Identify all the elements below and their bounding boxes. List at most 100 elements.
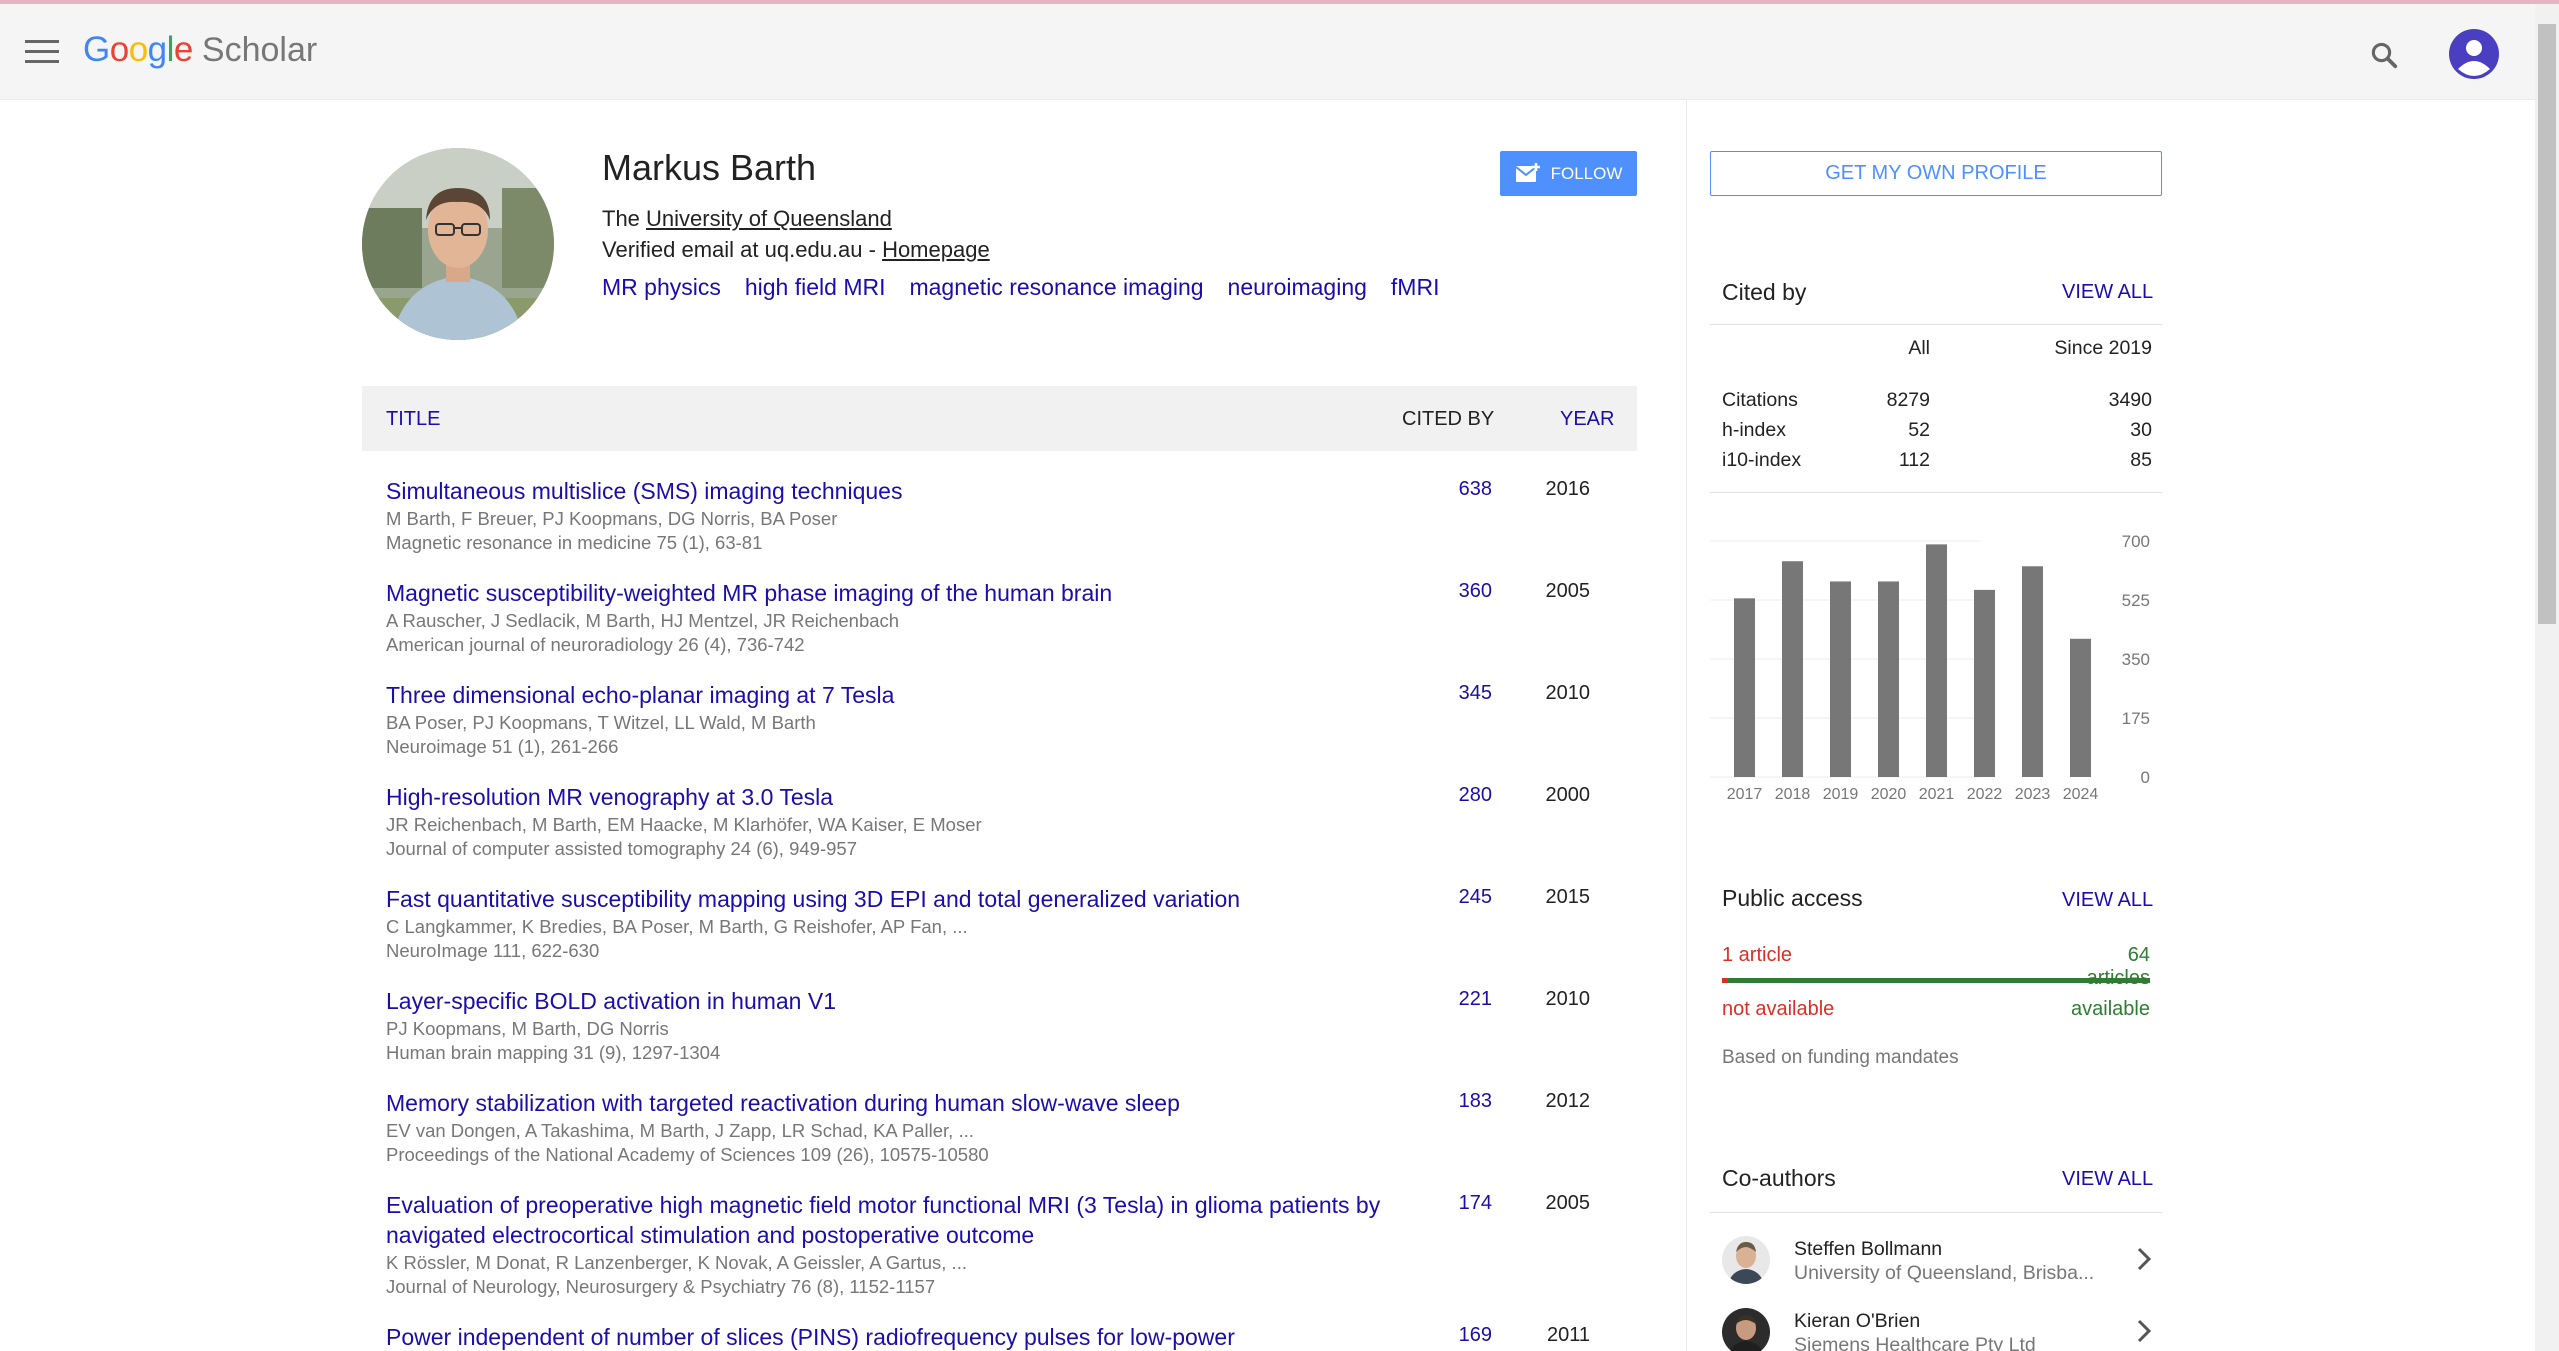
chart-bar[interactable] (1734, 598, 1755, 777)
article-title-link[interactable]: Simultaneous multislice (SMS) imaging te… (386, 476, 1396, 506)
article-venue: NeuroImage 111, 622-630 (386, 940, 600, 961)
cited-by-view-all-link[interactable]: VIEW ALL (2062, 281, 2153, 304)
chart-bar[interactable] (1878, 581, 1899, 777)
scrollbar-thumb[interactable] (2538, 24, 2556, 624)
follow-label: FOLLOW (1550, 163, 1623, 183)
article-title-link[interactable]: Memory stabilization with targeted react… (386, 1088, 1396, 1118)
article-year: 2010 (1545, 988, 1591, 1010)
chevron-right-icon (2137, 1247, 2152, 1271)
sort-by-year[interactable]: YEAR (1560, 408, 1614, 431)
coauthor-item[interactable]: Kieran O'Brien Siemens Healthcare Pty Lt… (1710, 1298, 2162, 1351)
stats-row: Citations 8279 3490 (1722, 389, 2152, 419)
article-authors: M Barth, F Breuer, PJ Koopmans, DG Norri… (386, 508, 838, 529)
x-tick-label: 2021 (1919, 786, 1955, 803)
article-title-link[interactable]: Three dimensional echo-planar imaging at… (386, 680, 1396, 710)
chart-bar[interactable] (1830, 581, 1851, 777)
affiliation-prefix: The (602, 206, 647, 231)
available-count[interactable]: 64 articles (2060, 944, 2150, 990)
article-row: Simultaneous multislice (SMS) imaging te… (362, 472, 1637, 574)
article-title-link[interactable]: Magnetic susceptibility-weighted MR phas… (386, 578, 1396, 608)
article-venue: Journal of Neurology, Neurosurgery & Psy… (386, 1276, 936, 1297)
article-authors: A Rauscher, J Sedlacik, M Barth, HJ Ment… (386, 610, 900, 631)
stat-label: h-index (1722, 419, 1786, 441)
cited-by-count-link[interactable]: 638 (1422, 478, 1492, 501)
chart-bar[interactable] (2022, 566, 2043, 777)
chart-bar[interactable] (2070, 638, 2091, 777)
article-title-link[interactable]: Layer-specific BOLD activation in human … (386, 986, 1396, 1016)
interest-link[interactable]: fMRI (1391, 274, 1440, 301)
search-icon[interactable] (2369, 40, 2399, 70)
logo-letter: g (147, 30, 167, 69)
chart-bar[interactable] (1782, 561, 1803, 777)
citations-per-year-chart: 700 525 350 175 0 2017 2018 2019 2020 2021 2022 202… (1710, 532, 2150, 803)
google-scholar-logo[interactable]: Google Scholar (83, 30, 317, 74)
article-year: 2005 (1545, 580, 1591, 602)
cited-by-title: Cited by (1722, 279, 1807, 305)
x-tick-label: 2024 (2063, 786, 2099, 803)
chevron-right-icon (2137, 1319, 2152, 1343)
cited-by-count-link[interactable]: 169 (1422, 1324, 1492, 1347)
article-venue: American journal of neuroradiology 26 (4… (386, 634, 805, 655)
homepage-link[interactable]: Homepage (882, 237, 990, 262)
top-header: Google Scholar (0, 4, 2535, 100)
stats-row: h-index 52 30 (1722, 419, 2152, 449)
profile-email: Verified email at uq.edu.au - Homepage (602, 237, 990, 263)
verified-email-text: Verified email at uq.edu.au - (602, 237, 883, 262)
not-available-label: not available (1722, 998, 1835, 1020)
affiliation-link[interactable]: University of Queensland (646, 206, 892, 231)
funding-mandates-note: Based on funding mandates (1722, 1047, 1959, 1068)
interest-link[interactable]: magnetic resonance imaging (909, 274, 1203, 301)
article-year: 2005 (1545, 1192, 1591, 1214)
stat-label: Citations (1722, 389, 1798, 411)
coauthor-name: Kieran O'Brien (1794, 1310, 1921, 1332)
y-tick-label: 525 (2122, 591, 2150, 610)
coauthor-item[interactable]: Steffen Bollmann University of Queenslan… (1710, 1226, 2162, 1296)
cited-by-count-link[interactable]: 245 (1422, 886, 1492, 909)
coauthor-avatar (1722, 1308, 1770, 1351)
chart-bar[interactable] (1926, 544, 1947, 777)
article-title-link[interactable]: Fast quantitative susceptibility mapping… (386, 884, 1396, 914)
interest-link[interactable]: MR physics (602, 274, 721, 301)
coauthors-title: Co-authors (1722, 1165, 1836, 1191)
article-year: 2011 (1546, 1324, 1590, 1346)
article-year: 2010 (1545, 682, 1591, 704)
article-title-link[interactable]: Power independent of number of slices (P… (386, 1322, 1396, 1351)
sidebar-divider (1686, 100, 1687, 1351)
page-scrollbar[interactable] (2535, 4, 2559, 1351)
coauthors-view-all-link[interactable]: VIEW ALL (2062, 1168, 2153, 1191)
interest-link[interactable]: high field MRI (745, 274, 886, 301)
public-access-view-all-link[interactable]: VIEW ALL (2062, 889, 2153, 912)
get-my-own-profile-button[interactable]: GET MY OWN PROFILE (1710, 151, 2162, 196)
y-tick-label: 350 (2122, 650, 2150, 669)
cited-by-count-link[interactable]: 183 (1422, 1090, 1492, 1113)
article-authors: K Rössler, M Donat, R Lanzenberger, K No… (386, 1252, 967, 1273)
y-tick-label: 0 (2141, 768, 2150, 787)
article-authors: EV van Dongen, A Takashima, M Barth, J Z… (386, 1120, 974, 1141)
article-title-link[interactable]: High-resolution MR venography at 3.0 Tes… (386, 782, 1396, 812)
chart-bar[interactable] (1974, 589, 1995, 777)
cited-by-count-link[interactable]: 280 (1422, 784, 1492, 807)
article-title-link[interactable]: Evaluation of preoperative high magnetic… (386, 1190, 1396, 1250)
article-row: Power independent of number of slices (P… (362, 1318, 1637, 1351)
article-row: High-resolution MR venography at 3.0 Tes… (362, 778, 1637, 880)
sort-by-title[interactable]: TITLE (386, 408, 440, 431)
article-authors: PJ Koopmans, M Barth, DG Norris (386, 1018, 669, 1039)
cited-by-count-link[interactable]: 360 (1422, 580, 1492, 603)
article-authors: C Langkammer, K Bredies, BA Poser, M Bar… (386, 916, 968, 937)
cited-by-count-link[interactable]: 345 (1422, 682, 1492, 705)
logo-letter: l (166, 30, 175, 69)
cited-by-count-link[interactable]: 174 (1422, 1192, 1492, 1215)
article-authors: BA Poser, PJ Koopmans, T Witzel, LL Wald… (386, 712, 816, 733)
follow-button[interactable]: FOLLOW (1500, 151, 1637, 196)
article-row: Magnetic susceptibility-weighted MR phas… (362, 574, 1637, 676)
interest-link[interactable]: neuroimaging (1228, 274, 1367, 301)
not-available-count[interactable]: 1 article (1722, 944, 1792, 967)
public-access-title: Public access (1722, 885, 1863, 911)
research-interests: MR physics high field MRI magnetic reson… (602, 274, 1439, 301)
google-wordmark: Google (83, 30, 193, 70)
coauthor-avatar (1722, 1236, 1770, 1284)
account-avatar-icon[interactable] (2449, 29, 2499, 79)
hamburger-menu-icon[interactable] (25, 40, 59, 66)
cited-by-count-link[interactable]: 221 (1422, 988, 1492, 1011)
article-year: 2015 (1545, 886, 1591, 908)
